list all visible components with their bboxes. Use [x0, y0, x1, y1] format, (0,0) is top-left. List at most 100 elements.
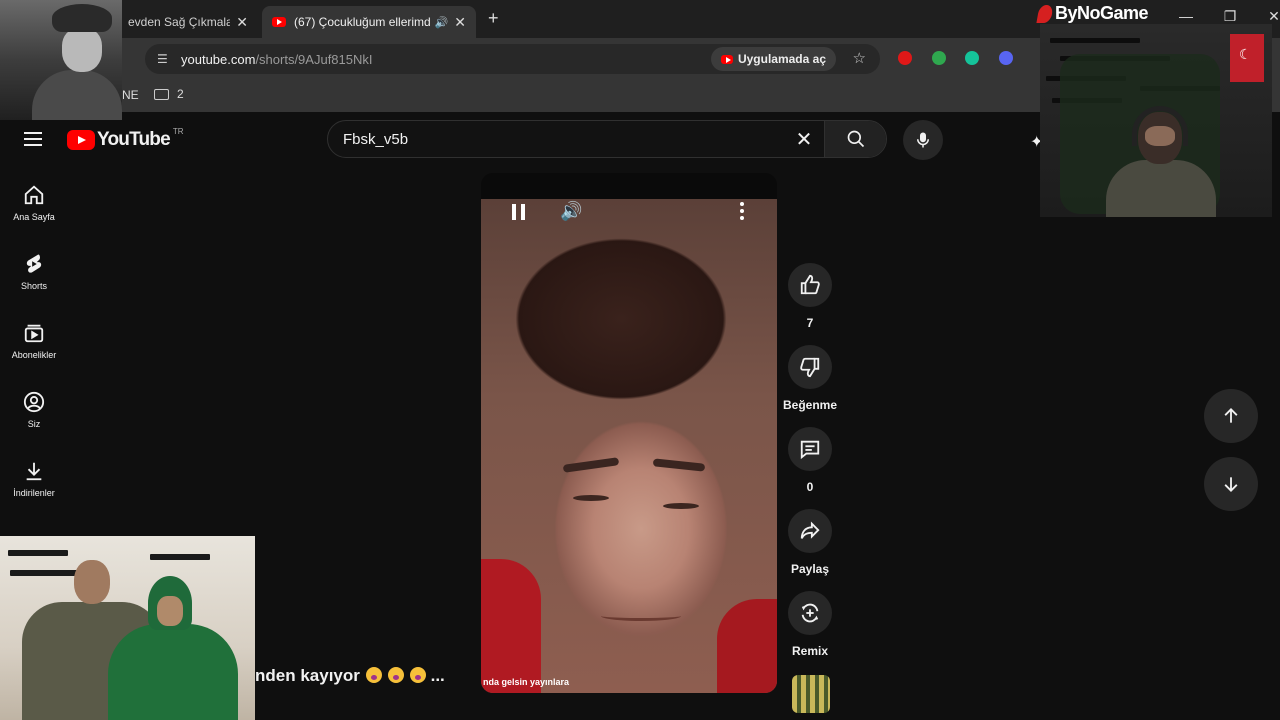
share-icon: [800, 521, 820, 539]
wall-rifle: [150, 554, 210, 560]
headset-icon: [1132, 106, 1188, 146]
new-tab-icon[interactable]: +: [488, 8, 499, 29]
bookmark-star-icon[interactable]: ☆: [853, 49, 866, 67]
stream-brand: ByNoGame: [1036, 3, 1149, 24]
portrait-coat: [32, 70, 122, 120]
bookmark-folder[interactable]: 2: [154, 87, 184, 101]
subscriptions-icon: [24, 324, 44, 343]
bookmark-folder-label: 2: [177, 87, 184, 101]
search-input[interactable]: [328, 121, 784, 157]
next-short-button[interactable]: [1204, 457, 1258, 511]
extension-green-icon[interactable]: [932, 51, 946, 65]
remix-button[interactable]: [788, 591, 832, 635]
sidebar-item-you[interactable]: Siz: [0, 375, 68, 444]
video-shirt: [717, 599, 777, 693]
comment-icon: [800, 440, 820, 460]
bottom-left-overlay-image: [0, 536, 255, 720]
youtube-play-icon: [67, 130, 95, 150]
extension-grammarly-icon[interactable]: [965, 51, 979, 65]
wall-rifle: [1050, 38, 1140, 43]
short-title-text: nden kayıyor: [255, 666, 360, 685]
search-button[interactable]: [824, 121, 886, 157]
voice-search-button[interactable]: [903, 120, 943, 160]
remix-label: Remix: [791, 644, 829, 658]
brand-name: ByNoGame: [1055, 3, 1149, 23]
emoji-icon: [365, 667, 382, 683]
browser-tab[interactable]: evden Sağ Çıkmaları ✕: [118, 6, 258, 38]
sidebar-item-label: İndirilenler: [13, 488, 55, 498]
close-tab-icon[interactable]: ✕: [454, 14, 466, 31]
emoji-icon: [387, 667, 404, 683]
webcam-overlay: [1040, 24, 1272, 217]
dislike-action: Beğenme: [782, 345, 838, 427]
video-eyebrow: [652, 458, 706, 472]
video-frame[interactable]: nda gelsin yayınlara: [481, 199, 777, 693]
microphone-icon: [917, 132, 929, 148]
video-eye: [573, 495, 609, 501]
sidebar-item-label: Shorts: [20, 281, 47, 291]
share-action: Paylaş: [782, 509, 838, 591]
sidebar-item-downloads[interactable]: İndirilenler: [0, 444, 68, 513]
audio-playing-icon[interactable]: 🔊: [435, 16, 449, 29]
previous-short-button[interactable]: [1204, 389, 1258, 443]
sidebar-item-shorts[interactable]: Shorts: [0, 237, 68, 306]
restore-icon[interactable]: ❐: [1208, 8, 1252, 25]
comment-count: 0: [806, 480, 814, 494]
comments-button[interactable]: [788, 427, 832, 471]
download-icon: [26, 462, 42, 481]
close-tab-icon[interactable]: ✕: [236, 14, 248, 31]
share-button[interactable]: [788, 509, 832, 553]
title-ellipsis: ...: [430, 666, 445, 685]
tab-title: (67) Çocukluğum ellerimden: [294, 15, 431, 29]
open-in-app-label: Uygulamada aç: [737, 52, 826, 66]
video-eyebrow: [562, 457, 620, 473]
flag-icon: [1230, 34, 1264, 82]
sidebar-item-label: Siz: [27, 419, 41, 429]
short-title: nden kayıyor ...: [255, 666, 445, 686]
site-info-icon[interactable]: ☰: [157, 52, 171, 66]
dislike-button[interactable]: [788, 345, 832, 389]
volume-icon[interactable]: 🔊: [560, 201, 582, 222]
sound-thumbnail[interactable]: [792, 675, 830, 713]
search-icon: [847, 130, 864, 148]
extension-adblock-icon[interactable]: [898, 51, 912, 65]
shorts-player[interactable]: nda gelsin yayınlara 🔊: [481, 173, 777, 693]
arrow-down-icon: [1224, 477, 1238, 492]
you-icon: [23, 391, 45, 413]
video-shirt: [481, 559, 541, 693]
search-box: ✕: [327, 120, 887, 158]
window-controls: — ❐ ✕: [1164, 8, 1280, 25]
minimize-icon[interactable]: —: [1164, 8, 1208, 25]
youtube-favicon-icon: [720, 54, 733, 64]
sidebar-item-subscriptions[interactable]: Abonelikler: [0, 306, 68, 375]
youtube-favicon-icon: [272, 17, 286, 27]
open-in-app-button[interactable]: Uygulamada aç: [710, 47, 836, 71]
portrait-overlay-image: [0, 0, 122, 120]
close-window-icon[interactable]: ✕: [1252, 8, 1280, 25]
dislike-icon: [800, 357, 820, 378]
guide-menu-icon[interactable]: [24, 132, 42, 146]
extension-discord-icon[interactable]: [999, 51, 1013, 65]
more-options-icon[interactable]: [737, 202, 747, 222]
streamer: [1100, 104, 1220, 217]
clear-search-icon[interactable]: ✕: [784, 127, 824, 152]
bookmark-item[interactable]: NE: [122, 88, 139, 102]
sidebar-item-home[interactable]: Ana Sayfa: [0, 168, 68, 237]
comment-action: 0: [782, 427, 838, 509]
logo-text: YouTube: [97, 129, 171, 150]
browser-tab-active[interactable]: (67) Çocukluğum ellerimden 🔊 ✕: [262, 6, 476, 38]
like-button[interactable]: [788, 263, 832, 307]
sidebar-item-label: Ana Sayfa: [13, 212, 55, 222]
player-controls: 🔊: [481, 197, 777, 227]
shorts-icon: [26, 254, 42, 273]
pause-icon[interactable]: [512, 204, 526, 220]
brand-logo-icon: [1036, 4, 1054, 23]
like-action: 7: [782, 263, 838, 345]
video-caption: nda gelsin yayınlara: [483, 677, 570, 687]
omnibox[interactable]: ☰ youtube.com/shorts/9AJuf815NkI Uygulam…: [145, 44, 880, 74]
youtube-logo[interactable]: YouTube TR: [67, 127, 184, 151]
overlay-saint: [108, 576, 238, 720]
video-eye: [663, 503, 699, 509]
share-label: Paylaş: [790, 562, 830, 576]
folder-icon: [154, 88, 169, 100]
